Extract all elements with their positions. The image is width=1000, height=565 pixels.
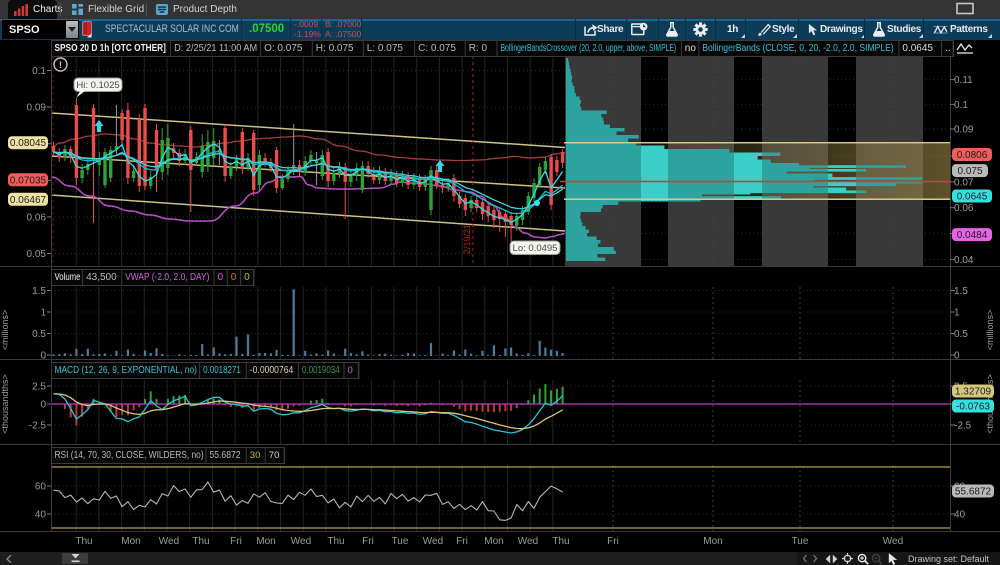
svg-text:0.06: 0.06 <box>954 203 974 214</box>
svg-text:60: 60 <box>35 482 47 493</box>
svg-text:0: 0 <box>218 272 224 283</box>
svg-text:0.09: 0.09 <box>954 125 974 136</box>
svg-text:Mon: Mon <box>121 536 140 547</box>
svg-text:0.5: 0.5 <box>32 329 46 340</box>
svg-text:-2.5: -2.5 <box>954 421 972 432</box>
svg-text:0: 0 <box>244 272 250 283</box>
svg-text:0.0806: 0.0806 <box>957 150 988 161</box>
svg-text:L: 0.075: L: 0.075 <box>367 43 404 54</box>
svg-text:1.5: 1.5 <box>954 286 968 297</box>
svg-text:0.1: 0.1 <box>954 100 968 111</box>
svg-text:Wed: Wed <box>883 536 903 547</box>
svg-text:0: 0 <box>954 351 960 362</box>
svg-text:0: 0 <box>348 365 353 376</box>
svg-text:0.0484: 0.0484 <box>957 230 988 241</box>
svg-text:BollingerBandsCrossover (20, 2: BollingerBandsCrossover (20, 2.0, upper,… <box>501 42 677 54</box>
svg-text:SPSO 20 D 1h [OTC OTHER]: SPSO 20 D 1h [OTC OTHER] <box>55 42 166 53</box>
svg-text:Tue: Tue <box>392 536 409 547</box>
svg-text:0.04: 0.04 <box>954 255 974 266</box>
svg-text:1: 1 <box>954 308 960 319</box>
svg-text:..: .. <box>945 43 951 54</box>
svg-text:D: 2/25/21 11:00 AM: D: 2/25/21 11:00 AM <box>174 43 257 54</box>
svg-text:0.1: 0.1 <box>32 66 46 77</box>
svg-text:2/19/21: 2/19/21 <box>462 224 472 254</box>
svg-text:0.05: 0.05 <box>27 249 47 260</box>
svg-text:0: 0 <box>40 351 46 362</box>
svg-text:R: 0: R: 0 <box>469 43 488 54</box>
svg-text:40: 40 <box>35 510 47 521</box>
svg-text:Volume: Volume <box>55 271 81 282</box>
svg-text:1.5: 1.5 <box>32 286 46 297</box>
svg-text:0.5: 0.5 <box>954 329 968 340</box>
svg-text:0.075: 0.075 <box>957 166 982 177</box>
svg-text:0.0645: 0.0645 <box>957 192 988 203</box>
svg-text:Wed: Wed <box>159 536 179 547</box>
svg-text:Wed: Wed <box>518 536 538 547</box>
svg-text:43,500: 43,500 <box>86 272 117 283</box>
svg-text:Wed: Wed <box>291 536 311 547</box>
svg-text:BollingerBands (CLOSE, 0, 20,: BollingerBands (CLOSE, 0, 20, -2.0, 2.0,… <box>702 43 893 54</box>
svg-text:70: 70 <box>269 450 280 461</box>
svg-text:Fri: Fri <box>230 536 242 547</box>
svg-text:0.0645: 0.0645 <box>902 43 933 54</box>
svg-text:H: 0.075: H: 0.075 <box>316 43 354 54</box>
svg-text:Thu: Thu <box>552 536 569 547</box>
svg-text:0.07035: 0.07035 <box>10 175 47 186</box>
svg-text:0.0019034: 0.0019034 <box>302 364 340 375</box>
svg-text:40: 40 <box>954 510 966 521</box>
svg-text:Thu: Thu <box>327 536 344 547</box>
svg-text:C: 0.075: C: 0.075 <box>418 43 456 54</box>
svg-text:Mon: Mon <box>484 536 503 547</box>
svg-text:Fri: Fri <box>362 536 374 547</box>
svg-text:0: 0 <box>40 400 46 411</box>
svg-text:0.07: 0.07 <box>954 177 974 188</box>
svg-text:0.08045: 0.08045 <box>10 138 47 149</box>
svg-text:1: 1 <box>40 308 46 319</box>
svg-text:30: 30 <box>250 450 261 461</box>
svg-text:<thousandths>: <thousandths> <box>0 374 10 434</box>
svg-text:!: ! <box>59 60 62 71</box>
svg-text:-2.5: -2.5 <box>29 421 47 432</box>
svg-text:Tue: Tue <box>792 536 809 547</box>
svg-text:Thu: Thu <box>75 536 92 547</box>
svg-text:0.06467: 0.06467 <box>10 195 47 206</box>
svg-text:55.6872: 55.6872 <box>955 487 992 498</box>
svg-text:no: no <box>685 43 697 54</box>
svg-text:-0.0000764: -0.0000764 <box>250 365 293 376</box>
svg-text:2.5: 2.5 <box>32 382 46 393</box>
svg-text:Fri: Fri <box>607 536 619 547</box>
svg-text:0.09: 0.09 <box>27 103 47 114</box>
svg-text:Thu: Thu <box>192 536 209 547</box>
svg-text:0.0018271: 0.0018271 <box>203 364 241 375</box>
svg-text:1.32709: 1.32709 <box>955 387 992 398</box>
svg-text:Hi: 0.1025: Hi: 0.1025 <box>76 80 119 91</box>
svg-text:MACD (12, 26, 9, EXPONENTIAL,: MACD (12, 26, 9, EXPONENTIAL, no) <box>55 365 197 376</box>
svg-text:O: 0.075: O: 0.075 <box>264 43 303 54</box>
svg-text:Mon: Mon <box>703 536 722 547</box>
svg-text:0.11: 0.11 <box>954 75 973 86</box>
svg-text:Lo: 0.0495: Lo: 0.0495 <box>513 243 558 254</box>
svg-text:0: 0 <box>231 272 237 283</box>
svg-text:Mon: Mon <box>256 536 275 547</box>
svg-text:RSI (14, 70, 30, CLOSE, WILDER: RSI (14, 70, 30, CLOSE, WILDERS, no) <box>55 450 204 461</box>
svg-text:55.6872: 55.6872 <box>210 450 241 461</box>
svg-text:VWAP (-2.0, 2.0, DAY): VWAP (-2.0, 2.0, DAY) <box>125 272 209 283</box>
svg-text:<millions>: <millions> <box>985 310 995 351</box>
svg-text:<millions>: <millions> <box>0 310 10 351</box>
svg-text:0.06: 0.06 <box>27 212 47 223</box>
svg-text:Fri: Fri <box>456 536 468 547</box>
svg-text:Wed: Wed <box>423 536 443 547</box>
svg-text:-0.0763: -0.0763 <box>956 402 990 413</box>
